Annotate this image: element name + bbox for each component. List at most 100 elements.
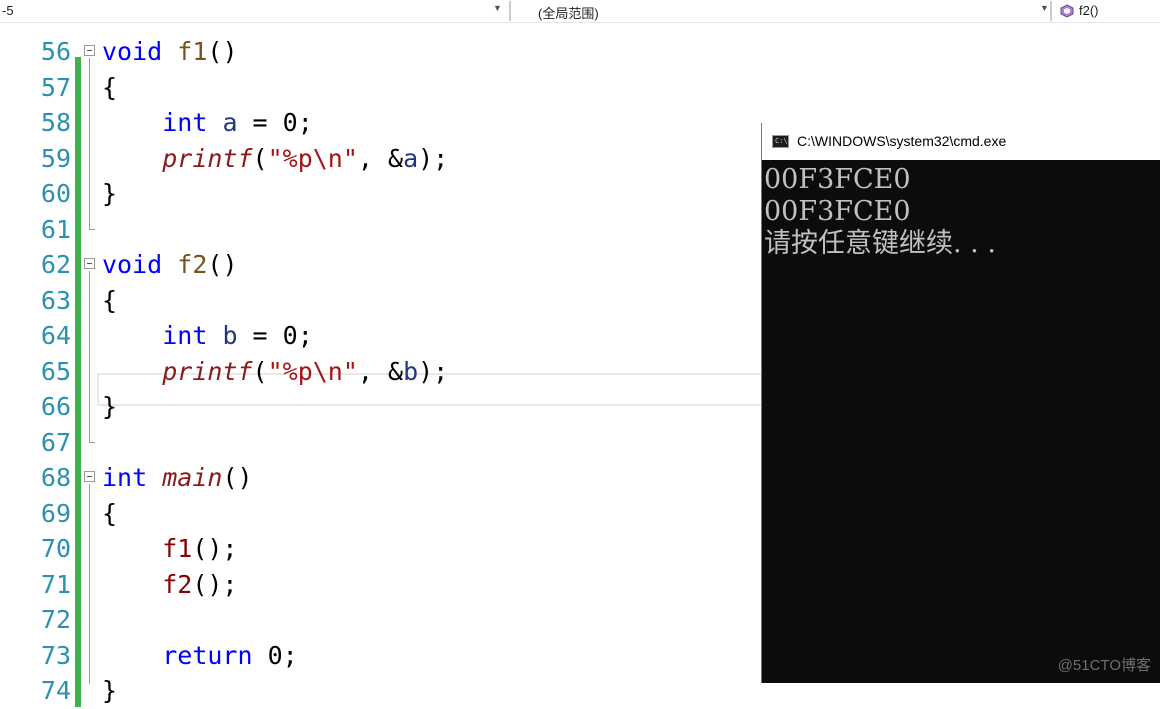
fold-guide: [89, 271, 90, 443]
code-text: void f1(): [102, 34, 238, 70]
code-token: ();: [192, 534, 238, 563]
code-token: (: [252, 143, 268, 173]
fold-guide: [89, 58, 90, 230]
code-token: printf: [162, 143, 253, 173]
line-number: 71: [40, 569, 71, 599]
code-token: = 0;: [237, 108, 313, 137]
line-number: 62: [40, 250, 71, 279]
code-token: void: [102, 37, 163, 66]
code-token: = 0;: [237, 321, 313, 350]
line-number: 68: [40, 463, 71, 492]
code-token: (): [207, 250, 238, 279]
function-dropdown[interactable]: f2(): [1079, 3, 1099, 18]
navigation-bar: -5 ▼ (全局范围) ▼ f2(): [0, 0, 1160, 23]
line-number: 73: [40, 640, 71, 670]
code-text: int main(): [102, 460, 253, 496]
code-token: );: [418, 143, 449, 173]
code-token: "%p\n": [267, 143, 358, 173]
line-number: 65: [40, 356, 71, 386]
console-output-line: 请按任意键继续. . .: [764, 228, 996, 259]
code-text: }: [102, 176, 117, 212]
navbar-divider: [509, 1, 511, 21]
scope-dropdown[interactable]: (全局范围): [538, 3, 599, 22]
line-number: 66: [40, 392, 71, 421]
code-token: (): [207, 37, 238, 66]
code-text: f2();: [102, 567, 237, 603]
code-text: return 0;: [102, 638, 298, 674]
line-number: 64: [40, 321, 71, 350]
code-token: {: [102, 498, 118, 528]
code-token: f2: [162, 569, 193, 599]
collapse-icon[interactable]: [84, 45, 95, 56]
code-text: {: [102, 70, 117, 106]
code-token: int: [162, 321, 208, 350]
code-token: "%p\n": [267, 356, 358, 386]
line-number: 60: [40, 179, 71, 208]
code-text: {: [102, 283, 117, 319]
code-token: void: [102, 250, 163, 279]
code-text: printf("%p\n", &b);: [102, 354, 448, 390]
code-token: , &: [357, 143, 404, 173]
code-token: {: [102, 285, 118, 315]
code-line[interactable]: 57 {: [0, 70, 1160, 106]
collapse-icon[interactable]: [84, 258, 95, 269]
code-token: (): [222, 463, 253, 492]
line-number: 61: [40, 214, 71, 244]
cmd-icon: [772, 135, 789, 148]
project-dropdown-text[interactable]: -5: [2, 3, 14, 18]
code-token: );: [418, 356, 449, 386]
code-token: b: [403, 356, 419, 386]
code-token: f1: [162, 534, 193, 563]
fold-guide: [89, 484, 90, 684]
code-token: {: [102, 72, 118, 102]
code-token: a: [222, 108, 238, 137]
code-token: main: [162, 463, 223, 492]
line-number: 67: [40, 427, 71, 457]
code-text: int b = 0;: [102, 318, 313, 354]
fold-guide-end: [89, 442, 95, 443]
code-text: {: [102, 496, 117, 532]
line-number: 58: [40, 108, 71, 137]
watermark: @51CTO博客: [1057, 657, 1151, 674]
code-token: b: [222, 321, 238, 350]
console-window[interactable]: C:\WINDOWS\system32\cmd.exe 00F3FCE0 00F…: [761, 123, 1160, 683]
code-line[interactable]: 56 void f1(): [0, 34, 1160, 70]
navbar-divider: [1050, 1, 1052, 21]
code-text: }: [102, 389, 117, 425]
collapse-icon[interactable]: [84, 471, 95, 482]
console-title: C:\WINDOWS\system32\cmd.exe: [797, 133, 1007, 149]
code-token: a: [403, 143, 419, 173]
line-number: 69: [40, 498, 71, 528]
code-text: printf("%p\n", &a);: [102, 141, 448, 177]
code-token: (: [252, 356, 268, 386]
code-token: 0;: [252, 640, 298, 670]
console-title-bar[interactable]: C:\WINDOWS\system32\cmd.exe: [762, 123, 1160, 160]
chevron-down-icon[interactable]: ▼: [493, 3, 502, 13]
line-number: 70: [40, 534, 71, 563]
code-token: printf: [162, 356, 253, 386]
code-text: void f2(): [102, 247, 238, 283]
code-text: }: [102, 673, 117, 709]
function-cube-icon: [1060, 4, 1074, 18]
code-token: f2: [177, 250, 208, 279]
code-token: int: [102, 463, 148, 492]
chevron-down-icon[interactable]: ▼: [1040, 3, 1049, 13]
code-token: ();: [192, 569, 238, 599]
code-token: , &: [357, 356, 404, 386]
code-token: f1: [177, 37, 208, 66]
code-token: }: [102, 179, 118, 208]
code-text: f1();: [102, 531, 237, 567]
fold-guide-end: [89, 229, 95, 230]
